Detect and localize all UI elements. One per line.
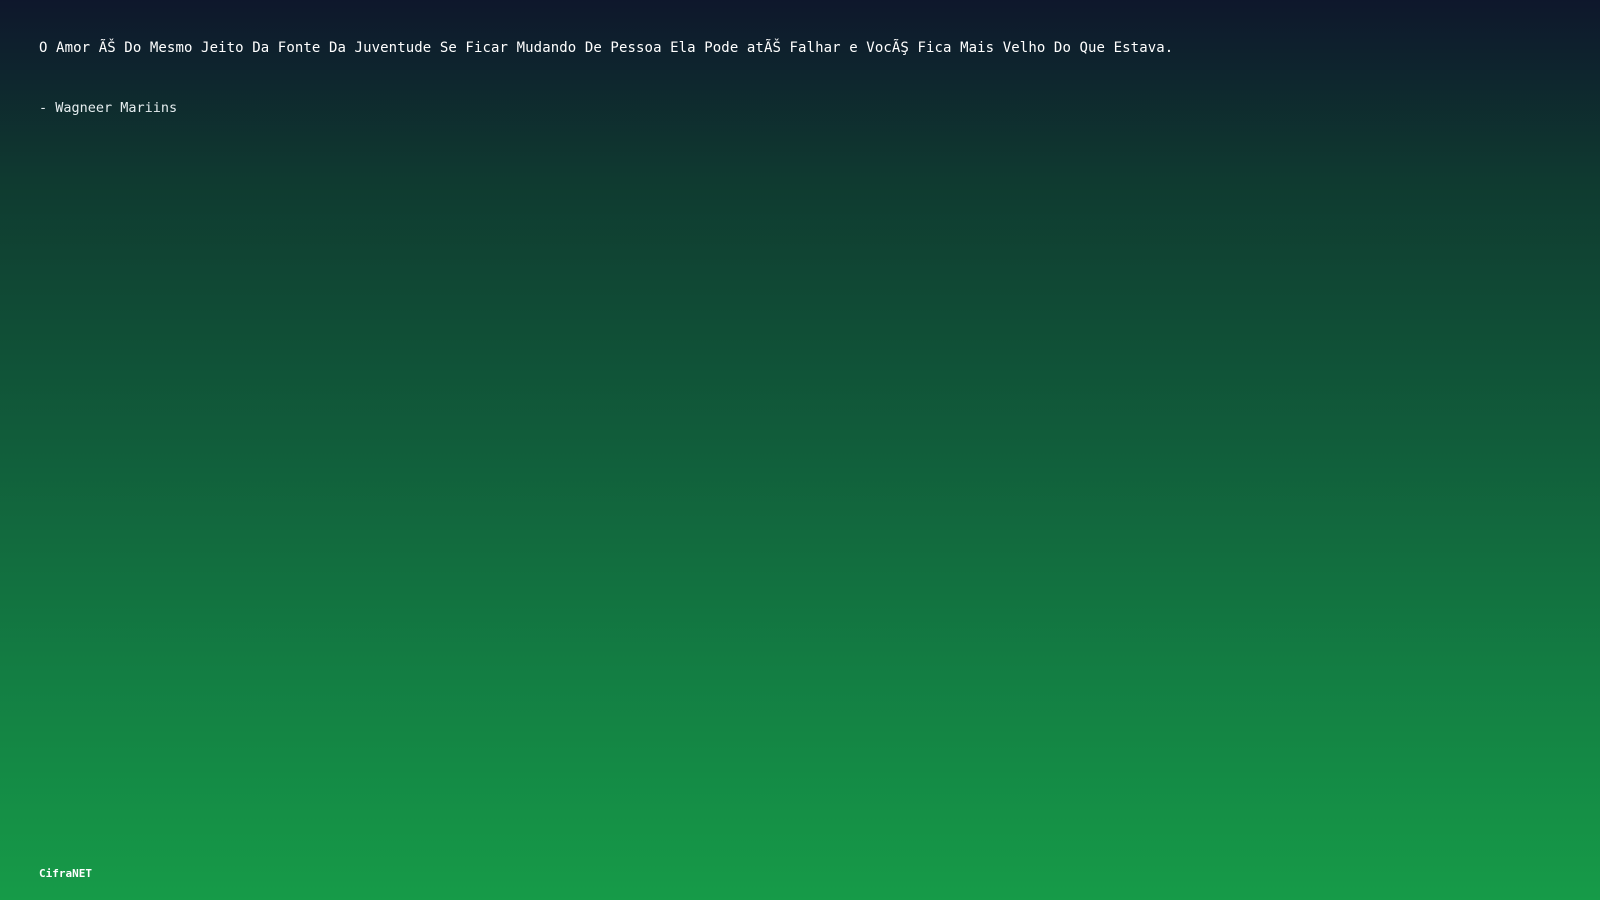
quote-text: O Amor ÃŠ Do Mesmo Jeito Da Fonte Da Juv… (39, 40, 1174, 56)
brand-logo-text: CifraNET (39, 867, 92, 880)
quote-author: - Wagneer Mariins (39, 100, 178, 116)
